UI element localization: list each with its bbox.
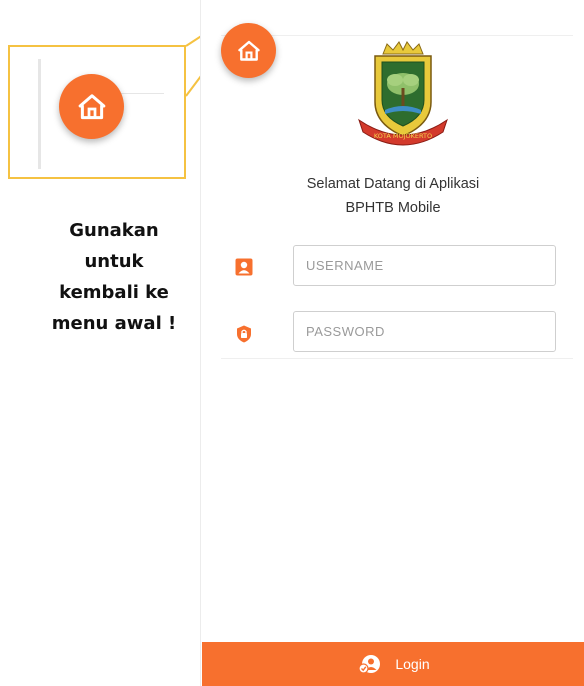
- login-icon: [358, 655, 381, 674]
- user-icon: [235, 258, 253, 276]
- home-button[interactable]: [221, 23, 276, 78]
- logo-ribbon-text: KOTA MOJOKERTO: [374, 132, 432, 140]
- home-icon: [237, 40, 260, 61]
- welcome-title: Selamat Datang di Aplikasi: [306, 176, 480, 192]
- app-screen: KOTA MOJOKERTO Selamat Datang di Aplikas…: [200, 0, 584, 686]
- divider: [221, 35, 573, 36]
- home-button-enlarged: [59, 74, 124, 139]
- divider: [221, 358, 573, 359]
- username-input[interactable]: [293, 245, 556, 286]
- instruction-line: menu awal !: [51, 313, 177, 334]
- instruction-line: untuk: [84, 251, 144, 272]
- instruction-line: Gunakan: [69, 220, 159, 241]
- login-button[interactable]: Login: [202, 642, 584, 686]
- instruction-text: Gunakan untuk kembali ke menu awal !: [18, 215, 210, 339]
- login-label: Login: [395, 656, 430, 672]
- lock-icon: [237, 325, 251, 343]
- app-name: BPHTB Mobile: [345, 200, 441, 216]
- instruction-line: kembali ke: [59, 282, 169, 303]
- callout-line: [118, 93, 164, 94]
- city-crest-logo: KOTA MOJOKERTO: [358, 41, 448, 146]
- home-icon: [78, 93, 105, 119]
- password-input[interactable]: [293, 311, 556, 352]
- callout-divider: [38, 59, 41, 169]
